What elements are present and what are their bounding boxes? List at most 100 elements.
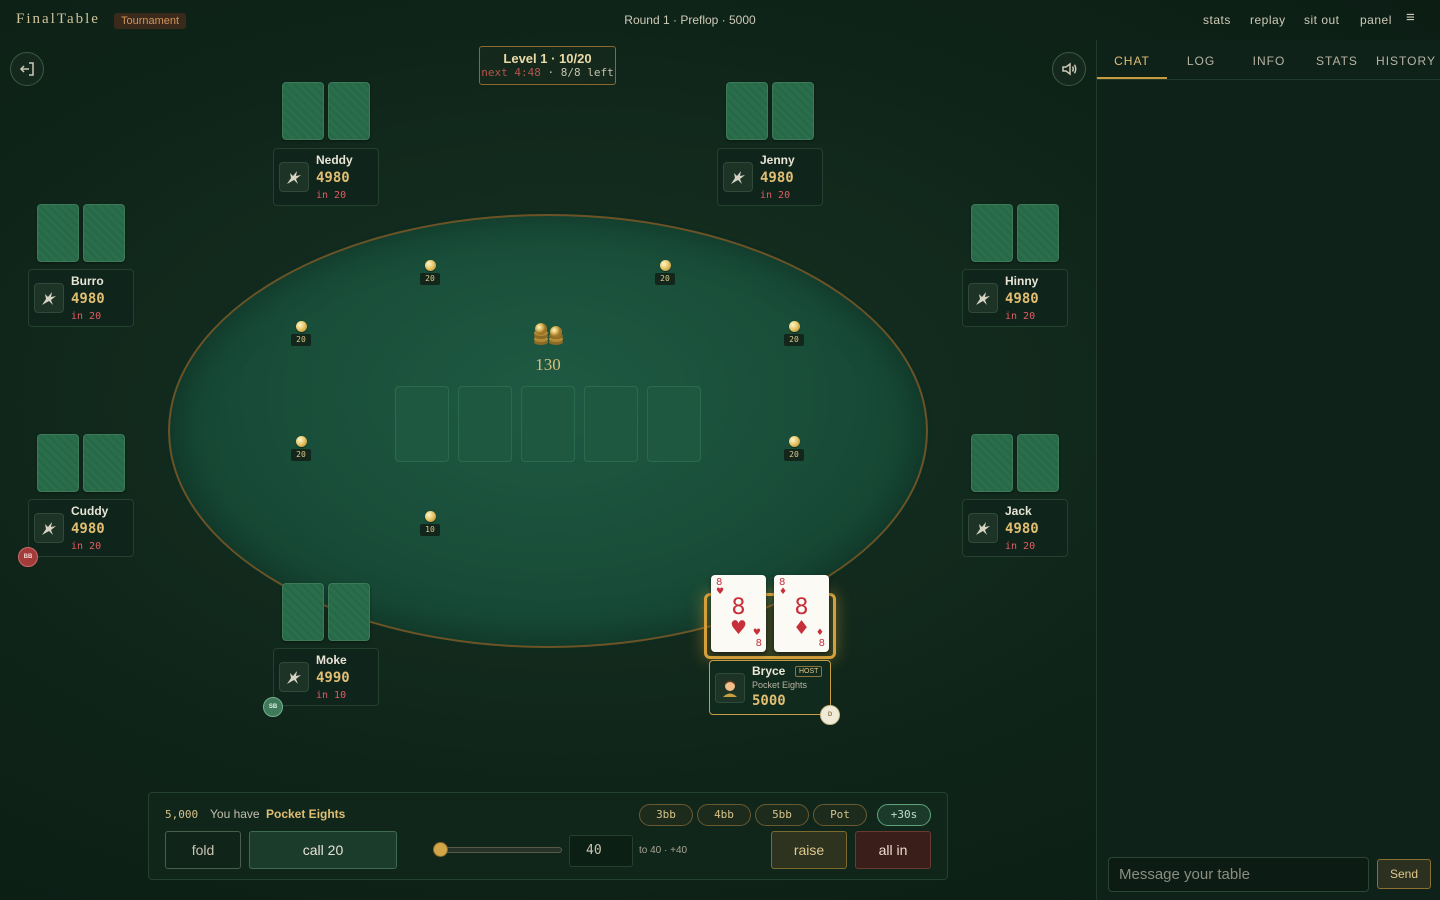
preset-3bb-button[interactable]: 3bb [639,804,693,826]
player-stack: 4980 [1005,291,1039,307]
time-bank-button[interactable]: +30s [877,804,931,826]
tab-chat[interactable]: CHAT [1097,54,1167,68]
bet-chip: 20 [781,436,807,461]
raise-slider-track[interactable] [438,847,562,853]
board-card-slot [647,386,701,462]
player-seat[interactable]: Cuddy 4980 in 20 [28,499,134,557]
sound-toggle-button[interactable] [1052,52,1086,86]
card-back [328,82,370,140]
donkey-avatar-icon [279,162,309,192]
tab-history[interactable]: HISTORY [1371,54,1440,68]
tab-info[interactable]: INFO [1235,54,1303,68]
chip-icon [295,436,307,447]
board-card-slot [458,386,512,462]
bet-chip-amount: 10 [420,524,440,536]
player-name: Burro [71,274,104,288]
bet-chip: 20 [288,321,314,346]
raise-range-label: to 40 · +40 [639,845,688,856]
raise-button[interactable]: raise [771,831,847,869]
player-stack: 4980 [760,170,794,186]
fold-button[interactable]: fold [165,831,241,869]
bet-chip-amount: 20 [291,334,311,346]
player-bet: in 20 [71,311,102,322]
raise-slider-thumb[interactable] [433,842,448,857]
leave-table-button[interactable] [10,52,44,86]
preset-4bb-button[interactable]: 4bb [697,804,751,826]
tab-stats[interactable]: STATS [1303,54,1371,68]
hole-cards-facedown [726,82,814,140]
dealer-button: D [820,705,840,725]
call-button[interactable]: call 20 [249,831,397,869]
player-seat[interactable]: Neddy 4980 in 20 [273,148,379,206]
player-bet: in 10 [316,690,347,701]
round-info: Round 1 · Preflop · 5000 [624,13,756,27]
bet-chip: 20 [417,260,443,285]
chip-icon [788,321,800,332]
donkey-avatar-icon [34,513,64,543]
blind-level-box: Level 1 · 10/20 next 4:48 · 8/8 left [479,46,616,85]
hero-card-2[interactable]: 8 ♦ 8 ♦ ♦ 8 [774,575,829,652]
hole-cards-facedown [37,204,125,262]
hole-cards-facedown [282,82,370,140]
bet-chip-amount: 20 [655,273,675,285]
player-name: Hinny [1005,274,1039,288]
preset-5bb-button[interactable]: 5bb [755,804,809,826]
card-back [282,82,324,140]
hero-seat[interactable]: Bryce HOST Pocket Eights 5000 [709,660,831,715]
donkey-avatar-icon [968,283,998,313]
preset-pot-button[interactable]: Pot [813,804,867,826]
chip-icon [659,260,671,271]
bet-chip-amount: 20 [784,334,804,346]
side-panel: CHAT LOG INFO STATS HISTORY Send [1096,40,1440,900]
player-name: Jack [1005,504,1032,518]
player-stack: 4990 [316,670,350,686]
chat-message-input[interactable] [1108,857,1369,892]
next-level-timer: next 4:48 [481,66,541,79]
panel-tabs: CHAT LOG INFO STATS HISTORY [1097,40,1440,80]
stats-link[interactable]: stats [1203,13,1231,27]
card-rank: 8 [755,638,762,649]
pot-chips-icon [532,322,564,346]
active-tab-indicator [1097,77,1167,79]
all-in-button[interactable]: all in [855,831,931,869]
player-name: Moke [316,653,347,667]
bet-chip-amount: 20 [420,273,440,285]
player-stack: 4980 [1005,521,1039,537]
player-seat[interactable]: Jenny 4980 in 20 [717,148,823,206]
player-seat[interactable]: Jack 4980 in 20 [962,499,1068,557]
chip-icon [424,260,436,271]
bet-chip-amount: 20 [291,449,311,461]
player-name: Cuddy [71,504,109,518]
player-stack: 4980 [316,170,350,186]
donkey-avatar-icon [279,662,309,692]
chip-icon [424,511,436,522]
bet-chip: 10 [417,511,443,536]
card-rank: 8 [731,595,746,620]
player-seat[interactable]: Moke 4990 in 10 [273,648,379,706]
tab-log[interactable]: LOG [1167,54,1235,68]
small-blind-badge: SB [263,697,283,717]
player-seat[interactable]: Burro 4980 in 20 [28,269,134,327]
card-back [971,434,1013,492]
hole-cards-facedown [282,583,370,641]
level-sub: next 4:48 · 8/8 left [480,66,615,79]
card-back [37,434,79,492]
player-name: Jenny [760,153,795,167]
card-rank: 8 [794,595,809,620]
hero-card-1[interactable]: 8 ♥ 8 ♥ ♥ 8 [711,575,766,652]
player-bet: in 20 [1005,541,1036,552]
chip-icon [295,321,307,332]
card-rank: 8 [818,638,825,649]
replay-link[interactable]: replay [1250,13,1286,27]
hamburger-icon[interactable]: ≡ [1406,9,1415,26]
hero-stack: 5000 [752,693,786,709]
raise-amount-input[interactable]: 40 [569,835,633,867]
hero-name: Bryce [752,664,786,678]
player-seat[interactable]: Hinny 4980 in 20 [962,269,1068,327]
player-bet: in 20 [1005,311,1036,322]
sit-out-link[interactable]: sit out [1304,13,1340,27]
send-button[interactable]: Send [1377,859,1431,889]
panel-link[interactable]: panel [1360,13,1392,27]
board-card-slot [521,386,575,462]
board-card-slot [584,386,638,462]
